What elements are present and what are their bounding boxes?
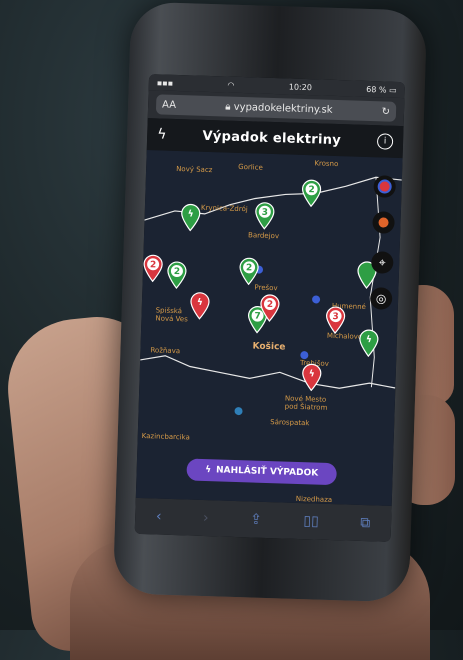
map-pin[interactable]: ϟ [180,203,201,232]
svg-text:3: 3 [332,312,339,322]
map-label: Nizedhaza [295,494,333,505]
map-label: Nový Sacz [176,164,213,175]
map-label: Gorlice [238,162,263,172]
report-outage-label: NAHLÁSIŤ VÝPADOK [215,465,319,479]
svg-text:ϟ: ϟ [309,369,315,379]
lock-icon: 🔒︎ [225,100,231,113]
map-pin[interactable]: 2 [239,257,260,286]
map-label: Krynica-Zdrój [200,203,248,214]
phone-screen: ▪▪▪ ◠ 10:20 68 % ▭ AA 🔒︎ vypadokelektrin… [134,74,405,542]
signal-icon: ▪▪▪ [156,77,174,88]
url-display: 🔒︎ vypadokelektriny.sk [225,101,333,115]
forward-icon[interactable]: › [203,510,209,526]
locate-icon: ⌖ [378,254,386,270]
map-label: Sárospatak [270,418,310,428]
map-label: Rožňava [150,346,181,356]
map-label: Košice [252,341,286,353]
map-pin[interactable]: 3 [254,201,275,230]
map-pin[interactable]: 2 [301,179,322,208]
globe-icon: ◎ [375,291,387,306]
map-pin[interactable]: ϟ [358,329,379,358]
svg-text:2: 2 [246,263,253,273]
share-icon[interactable]: ⇪ [250,511,262,527]
url-text: vypadokelektriny.sk [233,101,333,116]
map-pin[interactable]: 3 [325,306,346,335]
bolt-icon: ϟ [204,465,212,476]
back-icon[interactable]: ‹ [156,509,162,525]
map-pin[interactable]: ϟ [301,363,322,392]
text-size-button[interactable]: AA [162,99,176,110]
svg-text:ϟ: ϟ [188,209,194,219]
reload-icon[interactable]: ↻ [381,106,390,117]
layer-dot-icon [378,217,389,228]
svg-text:2: 2 [308,185,315,195]
address-field[interactable]: AA 🔒︎ vypadokelektriny.sk ↻ [155,94,397,122]
map-pin[interactable]: 2 [143,254,164,283]
outage-map[interactable]: Nový Sacz Gorlice Krosno Krynica-Zdrój B… [135,150,403,506]
app-title: Výpadok elektriny [202,128,342,148]
map-pin[interactable]: 2 [259,294,280,323]
status-time: 10:20 [288,81,313,92]
svg-text:2: 2 [150,260,157,270]
map-label: Bardejov [247,231,280,241]
report-outage-button[interactable]: ϟ NAHLÁSIŤ VÝPADOK [186,458,337,486]
svg-text:3: 3 [262,208,269,218]
tabs-icon[interactable]: ⧉ [360,515,370,531]
map-label: Nové Mesto pod Šiatrom [284,394,328,412]
bookmarks-icon[interactable]: ▯▯ [303,513,319,529]
map-pin[interactable]: ϟ [189,291,210,320]
svg-text:2: 2 [174,267,181,277]
map-label: Krosno [314,159,339,169]
info-icon[interactable]: i [376,133,394,150]
svg-text:ϟ: ϟ [197,298,203,308]
layer-dot-icon [377,179,392,194]
map-label: Kazincbarcika [141,432,190,442]
svg-text:ϟ: ϟ [366,335,372,345]
status-battery: 68 % ▭ [366,84,397,95]
svg-text:2: 2 [267,300,274,310]
wifi-icon: ◠ [227,80,235,90]
phone: ▪▪▪ ◠ 10:20 68 % ▭ AA 🔒︎ vypadokelektrin… [112,1,428,603]
map-pin[interactable]: 2 [166,261,187,290]
bolt-icon: ϟ [156,126,167,143]
